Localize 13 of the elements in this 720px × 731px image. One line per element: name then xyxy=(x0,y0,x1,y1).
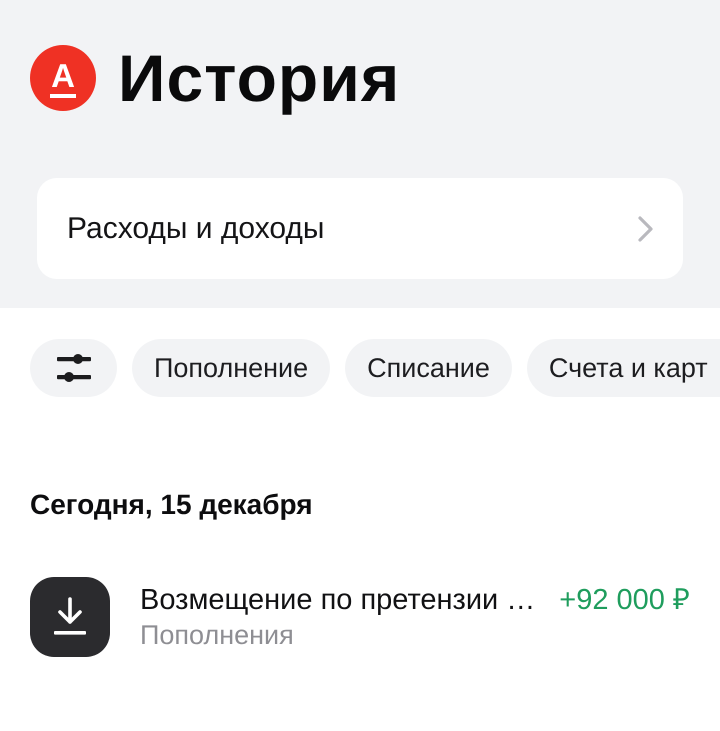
download-icon xyxy=(30,577,110,657)
filter-chip[interactable]: Списание xyxy=(345,339,512,397)
chevron-icon xyxy=(637,214,654,242)
date-heading: Сегодня, 15 декабря xyxy=(30,489,314,521)
bank-logo: А xyxy=(30,45,96,111)
operation-amount: +92 000 ₽ xyxy=(559,583,690,617)
operation-title: Возмещение по претензии … xyxy=(140,583,536,617)
filter-icon xyxy=(56,354,90,382)
page-title: История xyxy=(118,42,400,114)
summary-link[interactable]: Расходы и доходы xyxy=(37,178,683,279)
operation-category: Пополнения xyxy=(140,619,295,651)
filter-chip[interactable]: Пополнение xyxy=(132,339,330,397)
filter-chip[interactable]: Счета и карт xyxy=(526,339,720,397)
